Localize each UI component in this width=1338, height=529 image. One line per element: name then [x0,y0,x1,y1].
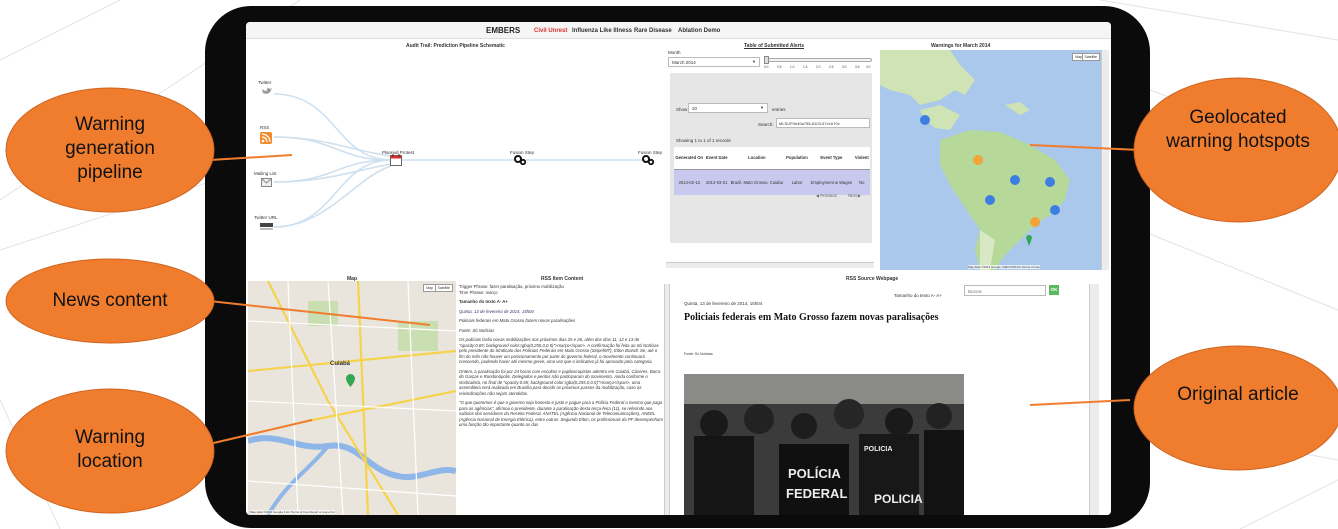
callout-hotspots: Geolocated warning hotspots [1166,107,1310,152]
callout-article: Original article [1177,384,1299,405]
callouts [5,77,1338,514]
figure: EMBERS Civil Unrest Influenza Like Illne… [0,0,1338,529]
callout-news: News content [52,290,168,311]
callout-location: Warning location [74,427,146,472]
callout-pipeline: Warning generation pipeline [65,114,155,183]
